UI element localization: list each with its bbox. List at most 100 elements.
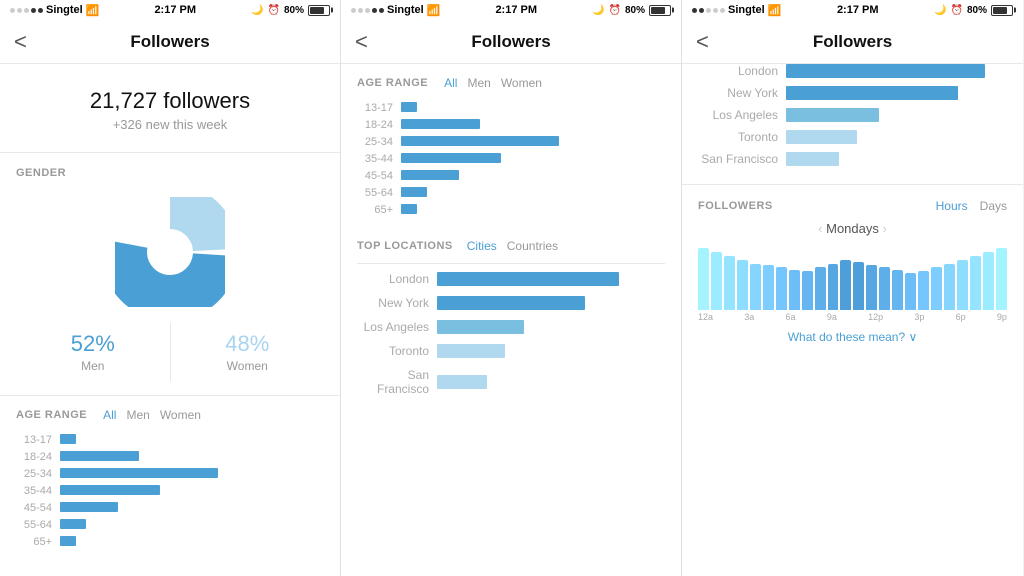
age-range-title: AGE RANGE: [16, 409, 87, 421]
location-label: London: [357, 272, 429, 286]
hour-label: 9p: [997, 312, 1007, 322]
signal-dot: [365, 8, 370, 13]
age-bars-2: 13-17 18-24 25-34 35-44 45-54 55-64: [357, 98, 665, 225]
signal-dots: [10, 8, 43, 13]
age-bar-wrap: [60, 485, 324, 497]
hour-bar: [996, 248, 1007, 310]
location-label: New York: [357, 296, 429, 310]
hour-bar: [918, 271, 929, 310]
age-filter-tabs: All Men Women: [103, 408, 201, 422]
age-bar-wrap: [401, 170, 665, 182]
age-bar: [401, 170, 459, 180]
age-filter-all-2[interactable]: All: [444, 76, 457, 90]
what-mean-link[interactable]: What do these mean? ∨: [698, 324, 1007, 348]
back-button[interactable]: <: [14, 29, 27, 55]
signal-dot: [38, 8, 43, 13]
header-1: < Followers: [0, 20, 340, 64]
gender-stats: 52% Men 48% Women: [16, 323, 324, 381]
next-day-icon[interactable]: ›: [882, 221, 886, 236]
age-row: 55-64: [357, 187, 665, 199]
prev-day-icon[interactable]: ‹: [818, 221, 822, 236]
top-locations-section: TOP LOCATIONS Cities Countries London Ne…: [341, 225, 681, 414]
carrier-label-2: Singtel: [387, 4, 424, 16]
hour-label: 12p: [868, 312, 883, 322]
wifi-icon-3: 📶: [768, 4, 782, 17]
age-filter-men-2[interactable]: Men: [467, 76, 490, 90]
signal-dot: [713, 8, 718, 13]
location-bar: [437, 296, 585, 310]
back-button-2[interactable]: <: [355, 29, 368, 55]
countries-filter[interactable]: Countries: [507, 239, 558, 253]
hour-bar: [776, 267, 787, 310]
age-range-section-1: AGE RANGE All Men Women 13-17 18-24 25-3…: [0, 396, 340, 557]
age-range-header: AGE RANGE All Men Women: [16, 396, 324, 430]
age-filter-women[interactable]: Women: [160, 408, 201, 422]
time-label-2: 2:17 PM: [495, 4, 537, 16]
location-bar-wrap: [437, 320, 665, 334]
age-label: 65+: [357, 204, 393, 216]
city-bar-wrap: [786, 86, 1007, 100]
city-bar: [786, 130, 857, 144]
age-bar-wrap: [60, 434, 324, 446]
wifi-icon-2: 📶: [427, 4, 441, 17]
days-tab[interactable]: Days: [980, 199, 1007, 213]
city-bar: [786, 86, 958, 100]
city-row: Toronto: [698, 130, 1007, 144]
age-bar-wrap: [401, 102, 665, 114]
signal-dot: [372, 8, 377, 13]
age-bar-wrap: [401, 204, 665, 216]
battery-label: 80%: [284, 5, 304, 16]
hour-bar: [931, 267, 942, 310]
top-cities-section: London New York Los Angeles Toronto San …: [682, 64, 1023, 185]
hour-bar: [724, 256, 735, 310]
hours-tab[interactable]: Hours: [936, 199, 968, 213]
age-label: 35-44: [357, 153, 393, 165]
gender-section: 52% Men 48% Women: [0, 189, 340, 396]
hour-label: 3a: [744, 312, 754, 322]
fh-title: FOLLOWERS: [698, 200, 773, 212]
age-bar: [60, 468, 218, 478]
age-label: 55-64: [16, 519, 52, 531]
battery-icon-2: [649, 5, 671, 16]
hour-bar: [905, 273, 916, 310]
age-filter-all[interactable]: All: [103, 408, 116, 422]
status-left-1: Singtel 📶: [10, 4, 99, 17]
city-label: New York: [698, 86, 778, 100]
hour-bar: [763, 265, 774, 310]
alarm-icon-2: ⏰: [609, 5, 621, 16]
age-row: 13-17: [16, 434, 324, 446]
age-bar: [401, 136, 559, 146]
age-bar: [60, 451, 139, 461]
location-bar: [437, 375, 487, 389]
back-button-3[interactable]: <: [696, 29, 709, 55]
age-bar: [401, 204, 417, 214]
hour-bar: [866, 265, 877, 310]
hour-bar: [815, 267, 826, 310]
location-row: London: [357, 272, 665, 286]
signal-dot: [24, 8, 29, 13]
moon-icon-2: 🌙: [592, 5, 604, 16]
city-row: Los Angeles: [698, 108, 1007, 122]
age-filter-women-2[interactable]: Women: [501, 76, 542, 90]
gender-men: 52% Men: [16, 323, 171, 381]
age-filter-men[interactable]: Men: [126, 408, 149, 422]
signal-dot: [358, 8, 363, 13]
cities-filter[interactable]: Cities: [467, 239, 497, 253]
city-rows: London New York Los Angeles Toronto San …: [698, 64, 1007, 166]
location-row: Los Angeles: [357, 320, 665, 334]
panel-1: Singtel 📶 2:17 PM 🌙 ⏰ 80% < Followers 21…: [0, 0, 341, 576]
time-label: 2:17 PM: [154, 4, 196, 16]
hour-bar: [983, 252, 994, 310]
age-bar-wrap: [401, 153, 665, 165]
age-row: 35-44: [16, 485, 324, 497]
city-label: Los Angeles: [698, 108, 778, 122]
page-title-2: Followers: [471, 32, 550, 52]
age-label: 35-44: [16, 485, 52, 497]
location-row: New York: [357, 296, 665, 310]
age-row: 65+: [16, 536, 324, 548]
age-label: 25-34: [16, 468, 52, 480]
city-row: San Francisco: [698, 152, 1007, 166]
panel-2: Singtel 📶 2:17 PM 🌙 ⏰ 80% < Followers AG…: [341, 0, 682, 576]
hour-bar: [840, 260, 851, 310]
age-bar: [401, 102, 417, 112]
